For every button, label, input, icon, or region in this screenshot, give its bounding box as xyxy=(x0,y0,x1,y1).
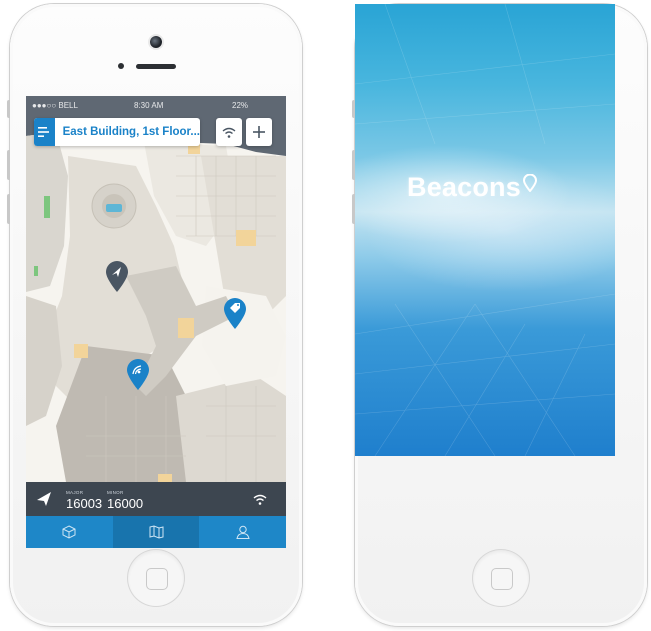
volume-up-button xyxy=(7,150,10,180)
current-location-marker[interactable] xyxy=(105,260,129,292)
tab-profile[interactable] xyxy=(199,516,286,548)
phone-right: Beacons xyxy=(352,4,647,626)
map-icon xyxy=(149,525,163,539)
minor-value: 16000 xyxy=(107,496,144,511)
volume-down-button xyxy=(7,194,10,224)
battery-percent: 22% xyxy=(232,101,249,110)
front-camera xyxy=(150,36,162,48)
wifi-icon xyxy=(253,494,267,505)
carrier-label: ●●●○○ BELL xyxy=(32,101,78,110)
status-bar: ●●●○○ BELL 8:30 AM 22% xyxy=(26,96,286,116)
person-icon xyxy=(236,525,250,539)
cube-icon xyxy=(62,525,76,539)
location-title: East Building, 1st Floor... xyxy=(62,126,200,138)
floor-plan xyxy=(26,96,286,482)
phone-left: ●●●○○ BELL 8:30 AM 22% East Building, 1s… xyxy=(7,4,302,626)
beacon-tag-marker[interactable] xyxy=(223,297,247,329)
splash-screen: Beacons xyxy=(355,4,615,456)
add-button[interactable] xyxy=(246,118,272,146)
location-selector[interactable]: East Building, 1st Floor... xyxy=(34,118,200,146)
sensor-dot xyxy=(118,63,124,69)
brand-logo: Beacons xyxy=(407,172,537,203)
indoor-map[interactable]: ●●●○○ BELL 8:30 AM 22% East Building, 1s… xyxy=(26,96,286,548)
wifi-button[interactable] xyxy=(216,118,242,146)
tab-bar xyxy=(26,516,286,548)
beacon-signal-marker[interactable] xyxy=(126,358,150,390)
brand-name: Beacons xyxy=(407,172,521,202)
home-button[interactable] xyxy=(473,550,529,606)
beacon-info-bar: MAJOR 16003 MINOR 16000 xyxy=(26,482,286,516)
home-button[interactable] xyxy=(128,550,184,606)
menu-icon xyxy=(38,127,50,137)
wifi-icon xyxy=(222,127,236,138)
earpiece-speaker xyxy=(136,64,176,69)
major-value: 16003 xyxy=(66,496,103,511)
splash-texture xyxy=(355,4,615,456)
map-screen: ●●●○○ BELL 8:30 AM 22% East Building, 1s… xyxy=(26,96,286,548)
navigation-arrow-icon xyxy=(37,492,51,506)
mute-switch xyxy=(7,100,10,118)
plus-icon xyxy=(253,126,265,138)
stage: ●●●○○ BELL 8:30 AM 22% East Building, 1s… xyxy=(0,0,651,631)
tab-beacons[interactable] xyxy=(26,516,113,548)
tab-map[interactable] xyxy=(112,516,200,548)
clock: 8:30 AM xyxy=(134,101,164,110)
major-label: MAJOR xyxy=(66,490,84,495)
minor-label: MINOR xyxy=(107,490,124,495)
location-pin-icon xyxy=(522,173,537,193)
menu-button[interactable] xyxy=(34,118,55,146)
